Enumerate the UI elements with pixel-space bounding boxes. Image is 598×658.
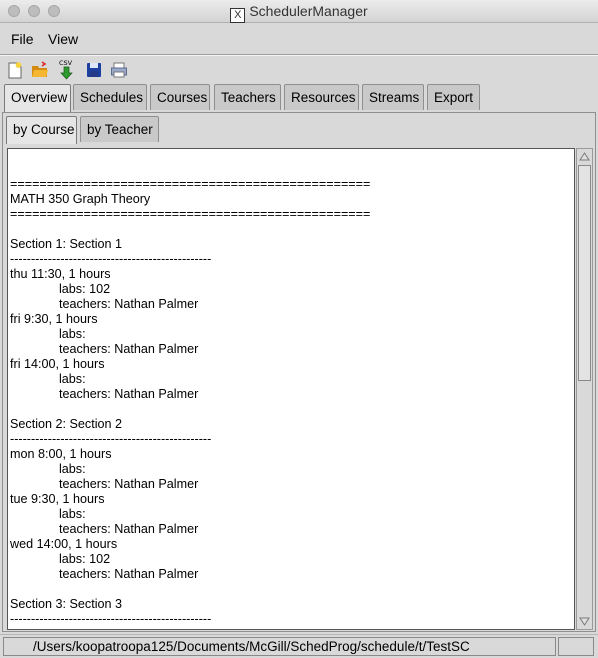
tab-teachers[interactable]: Teachers — [214, 84, 281, 110]
tab-overview[interactable]: Overview — [4, 84, 71, 112]
menu-bar: File View — [0, 23, 598, 55]
csv-label: CSV — [59, 59, 73, 67]
scroll-down-arrow-icon[interactable] — [578, 615, 591, 628]
save-disk-icon[interactable] — [85, 61, 103, 79]
new-file-icon[interactable] — [6, 61, 24, 79]
tab-streams[interactable]: Streams — [362, 84, 424, 110]
window-title-wrap: X SchedulerManager — [0, 3, 598, 23]
sub-tabs: by Course by Teacher — [0, 116, 598, 144]
menu-view[interactable]: View — [48, 31, 78, 47]
status-path: /Users/koopatroopa125/Documents/McGill/S… — [3, 637, 556, 656]
toolbar: CSV — [0, 55, 598, 84]
scroll-up-arrow-icon[interactable] — [578, 150, 591, 163]
csv-export-icon[interactable]: CSV — [58, 59, 76, 81]
overview-text: ========================================… — [10, 177, 371, 626]
scrollbar-thumb[interactable] — [578, 165, 591, 381]
resize-grip[interactable] — [558, 637, 594, 656]
overview-text-area[interactable]: ========================================… — [7, 148, 575, 630]
tab-export[interactable]: Export — [427, 84, 480, 110]
tab-by-teacher[interactable]: by Teacher — [80, 116, 159, 142]
open-folder-icon[interactable] — [31, 61, 49, 79]
tab-by-course[interactable]: by Course — [6, 116, 77, 144]
window-title: SchedulerManager — [249, 3, 368, 19]
print-icon[interactable] — [110, 61, 128, 79]
vertical-scrollbar[interactable] — [576, 148, 593, 630]
x11-icon: X — [230, 8, 246, 23]
title-bar: X SchedulerManager — [0, 0, 598, 23]
tab-courses[interactable]: Courses — [150, 84, 210, 110]
menu-file[interactable]: File — [11, 31, 34, 47]
status-bar: /Users/koopatroopa125/Documents/McGill/S… — [0, 634, 598, 658]
tab-resources[interactable]: Resources — [284, 84, 359, 110]
main-tabs: Overview Schedules Courses Teachers Reso… — [0, 84, 598, 112]
tab-schedules[interactable]: Schedules — [73, 84, 147, 110]
